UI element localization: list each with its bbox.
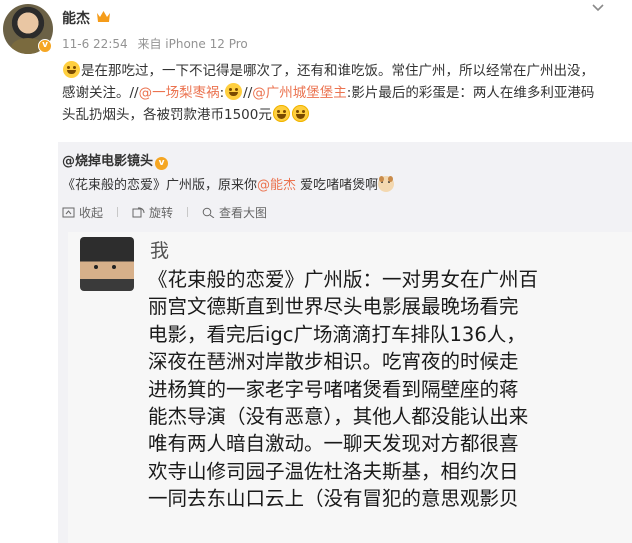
rotate-icon (132, 207, 145, 218)
image-text-line: 一同去东山口云上（没有冒犯的意思观影贝 (148, 487, 519, 511)
divider (187, 207, 189, 217)
post-timestamp[interactable]: 11-6 22:54 (62, 37, 128, 51)
image-actions: 收起 旋转 查看大图 (62, 204, 281, 221)
repost-image[interactable]: 我 《花束般的恋爱》广州版：一对男女在广州百 丽宫文德斯直到世界尽头电影展最晚场… (68, 232, 632, 543)
image-text-line: 进杨箕的一家老字号啫啫煲看到隔壁座的蒋 (148, 377, 519, 401)
image-text-line: 欢寺山修司园子温佐杜洛夫斯基，相约次日 (148, 459, 519, 483)
view-large-button[interactable]: 查看大图 (202, 204, 267, 221)
emoji-icon (63, 61, 80, 78)
mention-link[interactable]: @能杰 (257, 178, 296, 193)
image-text-line: 唯有两人暗自激动。一聊天发现对方都很喜 (148, 432, 519, 456)
mention-link[interactable]: @一场梨枣祸 (139, 85, 220, 101)
verified-badge-icon: v (38, 39, 52, 53)
rotate-button[interactable]: 旋转 (132, 204, 173, 221)
laugh-emoji-icon (291, 105, 309, 122)
post-text: 是在那吃过，一下不记得是哪次了，还有和谁吃饭。常住广州，所以经常在广州出没，感谢… (62, 61, 595, 123)
image-text: 《花束般的恋爱》广州版：一对男女在广州百 丽宫文德斯直到世界尽头电影展最晚场看完… (148, 266, 608, 513)
mention-link[interactable]: @广州城堡堡主 (252, 85, 347, 101)
doge-emoji-icon (378, 176, 395, 192)
repost-box: @烧掉电影镜头 v 《花束般的恋爱》广州版，原来你@能杰 爱吃啫啫煲啊 收起 旋转… (58, 142, 632, 543)
image-text-line: 深夜在琶洲对岸散步相识。吃宵夜的时候走 (148, 350, 519, 374)
emoji-icon (225, 83, 243, 100)
verified-badge-icon: v (155, 157, 169, 170)
laugh-emoji-icon (272, 105, 290, 122)
post-source: 来自 iPhone 12 Pro (137, 37, 248, 51)
vip-crown-icon (97, 11, 110, 22)
image-text-line: 能杰导演（没有恶意），其他人都没能认出来 (148, 405, 529, 429)
repost-author[interactable]: @烧掉电影镜头 v (62, 150, 169, 170)
chevron-down-icon[interactable] (590, 2, 606, 14)
image-user-name: 我 (150, 240, 170, 262)
image-text-line: 《花束般的恋爱》广州版：一对男女在广州百 (148, 268, 539, 291)
author-name[interactable]: 能杰 (62, 8, 90, 28)
weibo-post: v 能杰 11-6 22:54 来自 iPhone 12 Pro 是在那吃过，一… (0, 0, 632, 543)
post-meta: 11-6 22:54 来自 iPhone 12 Pro (62, 35, 254, 52)
image-avatar (80, 237, 134, 291)
collapse-button[interactable]: 收起 (62, 204, 103, 221)
repost-text: 《花束般的恋爱》广州版，原来你@能杰 爱吃啫啫煲啊 (62, 174, 395, 193)
zoom-icon (202, 207, 215, 218)
image-text-line: 电影，看完后igc广场滴滴打车排队136人， (148, 322, 526, 346)
image-text-line: 丽宫文德斯直到世界尽头电影展最晚场看完 (148, 295, 519, 319)
divider (117, 207, 119, 217)
collapse-icon (62, 207, 75, 218)
